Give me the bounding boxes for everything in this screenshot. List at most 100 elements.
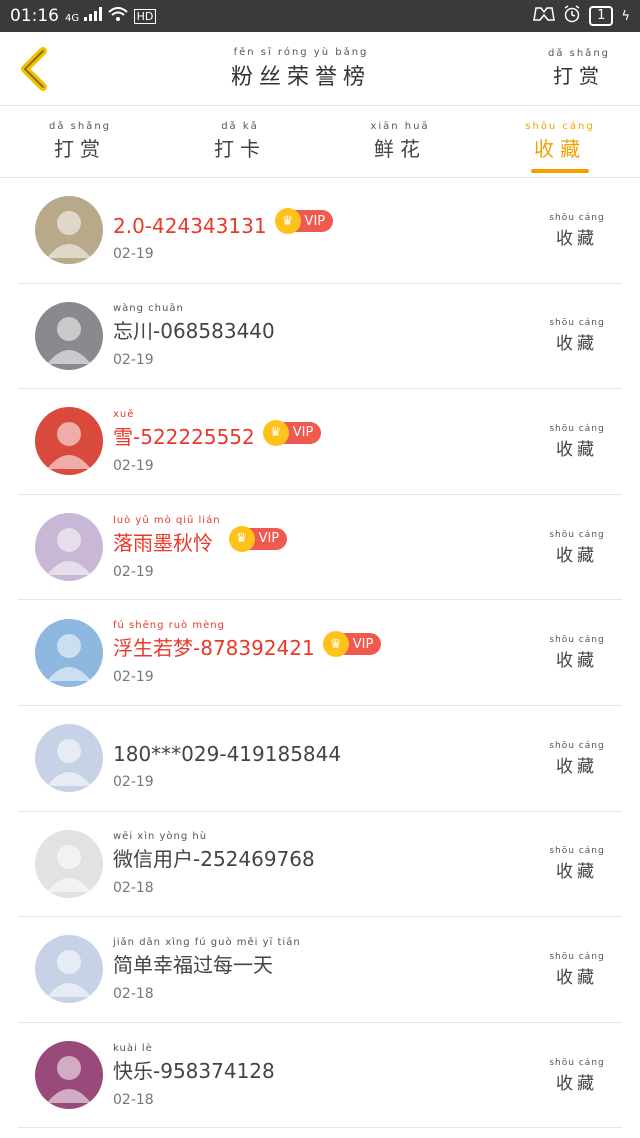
avatar[interactable] (35, 829, 103, 898)
favorite-date: 02-19 (113, 563, 154, 580)
name-line: fú shēng ruò mèng 浮生若梦-878392421 ♛ VIP (113, 620, 542, 661)
fan-name-pinyin: wēi xìn yòng hù (113, 831, 208, 843)
favorite-label: 收藏 (556, 1073, 598, 1094)
favorite-button[interactable]: shōu cáng 收藏 (542, 634, 612, 671)
tab-flowers[interactable]: xiān huā 鲜花 (320, 106, 480, 177)
fan-info: xuě 雪-522225552 ♛ VIP 02-19 (113, 409, 542, 474)
fan-name-pinyin: jiǎn dān xìng fú guò měi yī tiān (113, 936, 301, 948)
list-item[interactable]: wēi xìn yòng hù 微信用户-252469768 02-18 shō… (18, 812, 622, 918)
crown-icon: ♛ (228, 525, 255, 552)
hd-icon: HD (133, 8, 157, 24)
list-item[interactable]: 180***029-419185844 02-19 shōu cáng 收藏 (18, 706, 622, 812)
favorite-button[interactable]: shōu cáng 收藏 (542, 845, 612, 882)
favorite-button[interactable]: shōu cáng 收藏 (542, 740, 612, 777)
favorite-pinyin: shōu cáng (549, 529, 605, 540)
alarm-icon (563, 4, 581, 28)
vip-badge: ♛ VIP (322, 631, 382, 658)
favorite-button[interactable]: shōu cáng 收藏 (542, 1057, 612, 1094)
favorite-button[interactable]: shōu cáng 收藏 (542, 529, 612, 566)
fan-name: wàng chuān 忘川-068583440 (113, 303, 275, 344)
status-bar: 01:16 4G HD 1 ϟ (0, 0, 640, 32)
list-item[interactable]: fú shēng ruò mèng 浮生若梦-878392421 ♛ VIP 0… (18, 600, 622, 706)
status-time: 01:16 (10, 6, 59, 26)
favorite-button[interactable]: shōu cáng 收藏 (542, 317, 612, 354)
favorite-date: 02-19 (113, 669, 154, 686)
fan-info: wàng chuān 忘川-068583440 02-19 (113, 303, 542, 368)
name-line: wàng chuān 忘川-068583440 (113, 303, 542, 344)
avatar[interactable] (35, 407, 103, 476)
signal-icon: 4G (65, 7, 102, 25)
avatar[interactable] (35, 513, 103, 582)
fan-name: wēi xìn yòng hù 微信用户-252469768 (113, 831, 315, 872)
list-item[interactable]: jiǎn dān xìng fú guò měi yī tiān 简单幸福过每一… (18, 917, 622, 1023)
vip-label: VIP (292, 425, 314, 441)
name-line: 180***029-419185844 (113, 726, 542, 766)
tab-label: 打卡 (214, 137, 266, 161)
fan-info: luò yǔ mò qiū lián 落雨墨秋怜 ♛ VIP 02-19 (113, 515, 542, 580)
user-silhouette-icon (47, 316, 91, 364)
network-type: 4G (65, 13, 80, 24)
page-title: fěn sī róng yù bǎng 粉丝荣誉榜 (231, 47, 371, 91)
vip-label: VIP (304, 213, 326, 229)
fan-name-text: 落雨墨秋怜 (113, 530, 213, 555)
fan-name-pinyin: kuài lè (113, 1042, 153, 1054)
favorite-button[interactable]: shōu cáng 收藏 (542, 423, 612, 460)
favorite-label: 收藏 (556, 967, 598, 988)
favorite-button[interactable]: shōu cáng 收藏 (542, 951, 612, 988)
vip-label: VIP (258, 531, 280, 547)
favorite-date: 02-18 (113, 985, 154, 1002)
user-silhouette-icon (47, 739, 91, 787)
back-button[interactable] (14, 44, 54, 94)
fan-name: 2.0-424343131 (113, 214, 267, 238)
fan-name-pinyin: wàng chuān (113, 303, 184, 315)
tab-checkin[interactable]: dǎ kǎ 打卡 (160, 106, 320, 177)
fan-name-text: 雪-522225552 (113, 424, 255, 449)
tab-pinyin: shōu cáng (525, 121, 595, 132)
tab-reward[interactable]: dǎ shǎng 打赏 (0, 106, 160, 177)
name-line: kuài lè 快乐-958374128 (113, 1043, 542, 1084)
tab-favorites[interactable]: shōu cáng 收藏 (480, 106, 640, 177)
fan-name-pinyin: luò yǔ mò qiū lián (113, 514, 221, 526)
wifi-icon (107, 7, 128, 25)
favorite-pinyin: shōu cáng (549, 951, 605, 962)
avatar[interactable] (35, 1041, 103, 1110)
favorite-pinyin: shōu cáng (549, 212, 605, 223)
favorite-label: 收藏 (556, 756, 598, 777)
fan-name: 180***029-419185844 (113, 742, 341, 766)
favorite-date: 02-18 (113, 1091, 154, 1108)
favorite-date: 02-19 (113, 246, 154, 263)
fan-name: xuě 雪-522225552 (113, 409, 255, 450)
avatar[interactable] (35, 301, 103, 370)
avatar[interactable] (35, 935, 103, 1004)
vip-badge: ♛ VIP (262, 419, 322, 446)
fan-info: fú shēng ruò mèng 浮生若梦-878392421 ♛ VIP 0… (113, 620, 542, 685)
list-item[interactable]: 2.0-424343131 ♛ VIP 02-19 shōu cáng 收藏 (18, 178, 622, 284)
avatar[interactable] (35, 196, 103, 265)
tab-pinyin: dǎ shǎng (48, 121, 111, 132)
list-item[interactable]: kuài lè 快乐-958374128 02-18 shōu cáng 收藏 (18, 1023, 622, 1129)
favorite-pinyin: shōu cáng (549, 318, 605, 329)
favorite-button[interactable]: shōu cáng 收藏 (542, 212, 612, 249)
fan-name-text: 快乐-958374128 (113, 1058, 275, 1083)
fan-name: jiǎn dān xìng fú guò měi yī tiān 简单幸福过每一… (113, 937, 301, 978)
user-silhouette-icon (47, 211, 91, 259)
favorite-label: 收藏 (556, 862, 598, 883)
avatar[interactable] (35, 618, 103, 687)
name-line: luò yǔ mò qiū lián 落雨墨秋怜 ♛ VIP (113, 515, 542, 556)
favorite-label: 收藏 (556, 439, 598, 460)
fan-name: fú shēng ruò mèng 浮生若梦-878392421 (113, 620, 315, 661)
fan-name-text: 忘川-068583440 (113, 319, 275, 344)
list-item[interactable]: xuě 雪-522225552 ♛ VIP 02-19 shōu cáng 收藏 (18, 389, 622, 495)
list-item[interactable]: luò yǔ mò qiū lián 落雨墨秋怜 ♛ VIP 02-19 shō… (18, 495, 622, 601)
battery-icon: 1 (589, 6, 614, 26)
reward-button[interactable]: dǎ shǎng 打赏 (548, 48, 610, 89)
name-line: wēi xìn yòng hù 微信用户-252469768 (113, 831, 542, 872)
favorite-pinyin: shōu cáng (549, 740, 605, 751)
favorite-pinyin: shōu cáng (549, 846, 605, 857)
user-silhouette-icon (47, 844, 91, 892)
list-item[interactable]: wàng chuān 忘川-068583440 02-19 shōu cáng … (18, 284, 622, 390)
avatar[interactable] (35, 724, 103, 793)
user-silhouette-icon (47, 528, 91, 576)
fan-info: jiǎn dān xìng fú guò měi yī tiān 简单幸福过每一… (113, 937, 542, 1002)
tab-pinyin: xiān huā (370, 121, 430, 132)
